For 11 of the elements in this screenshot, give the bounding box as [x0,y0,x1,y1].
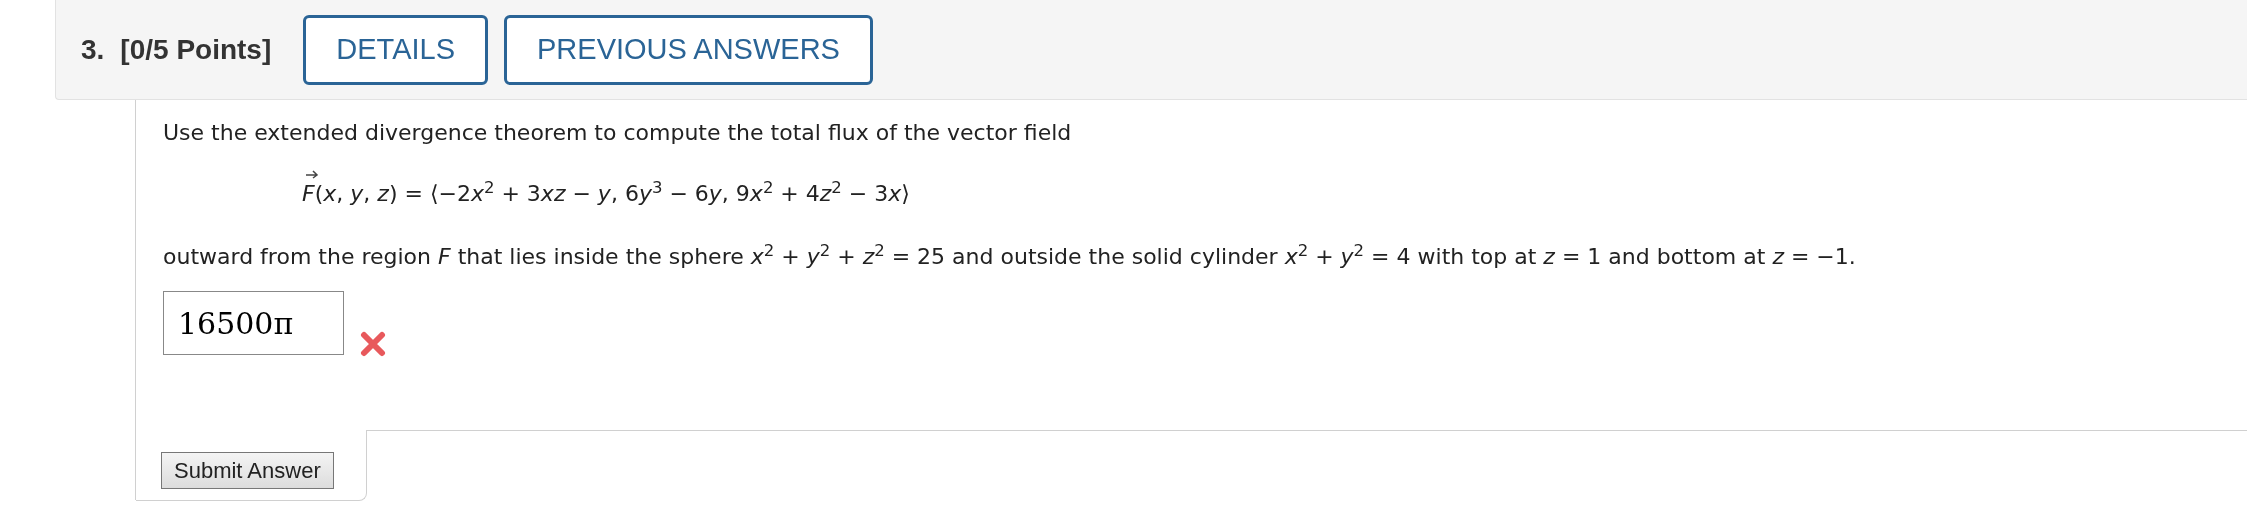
submit-button[interactable]: Submit Answer [161,452,334,489]
question-text: outward from the region F that lies inside the sphere x$^{2}$ + y$^{2}$ + z$^{2}$ = 25 and outside the solid cylinder x$^{2}$ + y$^{2}$ = 4 with top at z = 1 and bottom at z = −1. [162,240,1857,271]
formula: (x, y, z) = ⟨−2x$^{2}$ + 3xz − y, 6y$^{3}$ − 6y, 9x$^{2}$ + 4z$^{2}$ − 3x⟩ [314,177,910,208]
vector-arrow-icon [305,169,319,179]
vector-symbol: F [302,177,315,210]
details-button[interactable]: DETAILS [303,14,488,85]
answer-field[interactable]: 16500π [163,291,344,355]
question-text: Use the extended divergence theorem to compute the total flux of the vector field [162,119,1073,147]
previous-answers-button[interactable]: PREVIOUS ANSWERS [504,14,873,85]
question-number: 3. [81,32,105,67]
points-label: [0/5 Points] [120,32,272,67]
